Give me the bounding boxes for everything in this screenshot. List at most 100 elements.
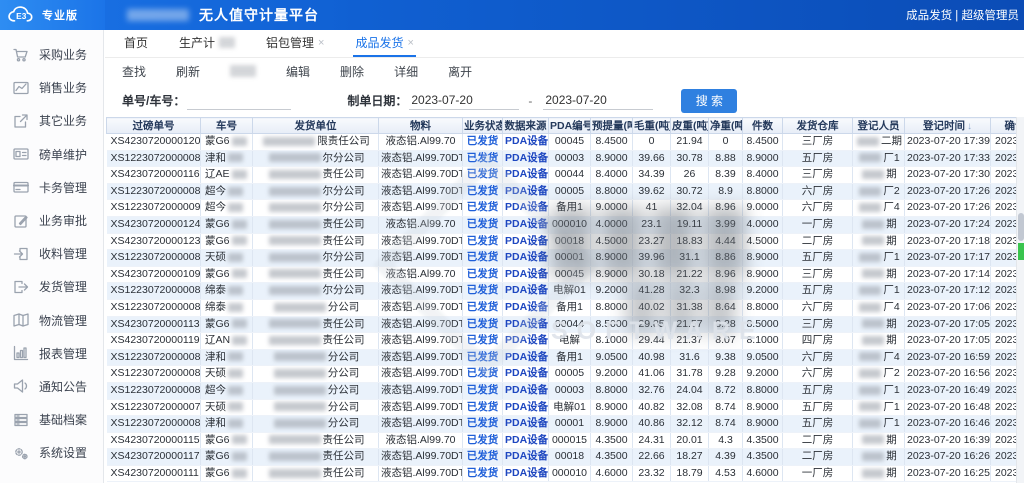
cloud-logo-icon: E3 <box>7 5 37 25</box>
map-icon <box>13 312 29 328</box>
col-header-confirm[interactable]: 确认时间 <box>991 118 1017 134</box>
cell-confirm: 2023-07 <box>991 299 1017 316</box>
user-session-info[interactable]: 成品发货 | 超级管理员 <box>906 7 1024 23</box>
table-row[interactable]: XS4230720000119辽AN责任公司液态铝.Al99.70DT已发货PD… <box>107 333 1017 350</box>
cell-pieces: 8.9000 <box>743 399 783 416</box>
cell-confirm: 2023-07 <box>991 366 1017 383</box>
cell-material: 液态铝.Al99.70DT <box>379 333 463 350</box>
col-header-material[interactable]: 物料 <box>379 118 463 134</box>
sidebar-item-approve[interactable]: 业务审批 <box>0 204 103 237</box>
cell-truck: 天硕 <box>201 250 253 267</box>
table-row[interactable]: XS4230720000123蒙G6责任公司液态铝.Al99.70DT已发货PD… <box>107 233 1017 250</box>
scrollbar-thumb[interactable] <box>1018 213 1024 241</box>
bill-truck-input[interactable] <box>187 91 291 110</box>
cell-net: 8.72 <box>709 382 743 399</box>
table-row[interactable]: XS4230720000124蒙G6责任公司液态铝.Al99.70已发货PDA设… <box>107 216 1017 233</box>
sidebar-item-weighbill[interactable]: 磅单维护 <box>0 138 103 171</box>
cell-truck: 超今 <box>201 183 253 200</box>
tab-home[interactable]: 首页 <box>122 30 150 57</box>
table-row[interactable]: XS12230720000089津和尔分公司液态铝.Al99.70DT已发货PD… <box>107 150 1017 167</box>
table-row[interactable]: XS12230720000088超今尔分公司液态铝.Al99.70DT已发货PD… <box>107 183 1017 200</box>
col-header-tare[interactable]: 皮重(吨) <box>671 118 709 134</box>
col-header-pre[interactable]: 预提量(吨) <box>591 118 633 134</box>
redacted-text <box>228 203 243 212</box>
table-row[interactable]: XS4230720000109蒙G6责任公司液态铝.Al99.70已发货PDA设… <box>107 266 1017 283</box>
sidebar-item-logistics[interactable]: 物流管理 <box>0 304 103 337</box>
cell-truck: 天硕 <box>201 399 253 416</box>
table-row[interactable]: XS12230720000083天硕分公司液态铝.Al99.70DT已发货PDA… <box>107 366 1017 383</box>
col-header-no[interactable]: 过磅单号 <box>107 118 201 134</box>
col-header-unit[interactable]: 发货单位 <box>253 118 379 134</box>
table-row[interactable]: XS12230720000090超今尔分公司液态铝.Al99.70DT已发货PD… <box>107 200 1017 217</box>
tab-close-icon[interactable]: × <box>318 37 324 49</box>
delete-button[interactable]: 删除 <box>340 63 364 80</box>
table-row[interactable]: XS12230720000086绵泰尔分公司液态铝.Al99.70DT已发货PD… <box>107 283 1017 300</box>
col-header-wh[interactable]: 发货仓库 <box>783 118 853 134</box>
sidebar-item-settings[interactable]: 系统设置 <box>0 436 103 469</box>
toolbar-button-redacted[interactable] <box>230 65 256 77</box>
cell-source: PDA设备 <box>503 465 549 482</box>
redacted-text <box>859 369 881 378</box>
date-to-input[interactable] <box>543 91 653 110</box>
table-row[interactable]: XS12230720000085超今分公司液态铝.Al99.70DT已发货PDA… <box>107 382 1017 399</box>
find-button[interactable]: 查找 <box>122 63 146 80</box>
cell-pda: 00001 <box>549 416 591 433</box>
col-header-time[interactable]: 登记时间↓ <box>905 118 991 134</box>
redacted-text <box>269 269 321 278</box>
table-row[interactable]: XS12230720000084津和分公司液态铝.Al99.70DT已发货PDA… <box>107 416 1017 433</box>
sidebar-item-notice[interactable]: 通知公告 <box>0 370 103 403</box>
col-header-pda[interactable]: PDA编号 <box>549 118 591 134</box>
cell-truck: 绵泰 <box>201 299 253 316</box>
cell-source: PDA设备 <box>503 134 549 151</box>
table-row[interactable]: XS4230720000115蒙G6责任公司液态铝.Al99.70已发货PDA设… <box>107 432 1017 449</box>
table-row[interactable]: XS4230720000117蒙G6责任公司液态铝.Al99.70DT已发货PD… <box>107 449 1017 466</box>
table-row[interactable]: XS4230720000113蒙G6责任公司液态铝.Al99.70DT已发货PD… <box>107 316 1017 333</box>
table-row[interactable]: XS4230720000120蒙G6限责任公司液态铝.Al99.70已发货PDA… <box>107 134 1017 151</box>
search-button[interactable]: 搜 索 <box>681 89 737 113</box>
table-row[interactable]: XS12230720000079天硕分公司液态铝.Al99.70DT已发货PDA… <box>107 399 1017 416</box>
col-header-truck[interactable]: 车号 <box>201 118 253 134</box>
sidebar-item-purchase[interactable]: 采购业务 <box>0 38 103 71</box>
refresh-button[interactable]: 刷新 <box>176 63 200 80</box>
cell-wh: 三厂房 <box>783 134 853 151</box>
cell-unit: 分公司 <box>253 416 379 433</box>
company-name-redacted <box>127 9 189 21</box>
table-row[interactable]: XS4230720000116辽AE责任公司液态铝.Al99.70DT已发货PD… <box>107 167 1017 184</box>
cell-unit: 责任公司 <box>253 216 379 233</box>
date-from-input[interactable] <box>409 91 519 110</box>
tab-production-plan[interactable]: 生产计 <box>177 30 237 57</box>
cell-net: 8.28 <box>709 316 743 333</box>
edit-button[interactable]: 编辑 <box>286 63 310 80</box>
detail-button[interactable]: 详细 <box>394 63 418 80</box>
leave-button[interactable]: 离开 <box>448 63 472 80</box>
cell-net: 8.74 <box>709 399 743 416</box>
vertical-scrollbar[interactable] <box>1016 117 1024 483</box>
table-row[interactable]: XS12230720000082绵泰分公司液态铝.Al99.70DT已发货PDA… <box>107 299 1017 316</box>
cell-truck: 超今 <box>201 382 253 399</box>
sidebar-item-other[interactable]: 其它业务 <box>0 104 103 137</box>
sidebar-item-card[interactable]: 卡务管理 <box>0 171 103 204</box>
table-row[interactable]: XS12230720000087津和分公司液态铝.Al99.70DT已发货PDA… <box>107 349 1017 366</box>
cell-reg: 厂4 <box>853 299 905 316</box>
sidebar-item-reports[interactable]: 报表管理 <box>0 337 103 370</box>
share-icon <box>13 113 29 129</box>
tab-close-icon[interactable]: × <box>408 37 414 49</box>
sidebar-item-archive[interactable]: 基础档案 <box>0 403 103 436</box>
col-header-pieces[interactable]: 件数 <box>743 118 783 134</box>
col-header-gross[interactable]: 毛重(吨) <box>633 118 671 134</box>
cell-gross: 0 <box>633 134 671 151</box>
sidebar-item-sales[interactable]: 销售业务 <box>0 71 103 104</box>
table-row[interactable]: XS4230720000111蒙G6责任公司液态铝.Al99.70DT已发货PD… <box>107 465 1017 482</box>
col-header-net[interactable]: 净重(吨) <box>709 118 743 134</box>
tab-finished-goods-shipping[interactable]: 成品发货 × <box>353 30 415 57</box>
sidebar-item-receive[interactable]: 收料管理 <box>0 237 103 270</box>
table-row[interactable]: XS12230720000080天硕尔分公司液态铝.Al99.70DT已发货PD… <box>107 250 1017 267</box>
col-header-reg[interactable]: 登记人员 <box>853 118 905 134</box>
sidebar-item-ship[interactable]: 发货管理 <box>0 270 103 303</box>
col-header-status[interactable]: 业务状态 <box>463 118 503 134</box>
cell-net: 0 <box>709 134 743 151</box>
cell-pre: 8.4500 <box>591 134 633 151</box>
cell-unit: 责任公司 <box>253 449 379 466</box>
tab-ladle-management[interactable]: 铝包管理 × <box>264 30 326 57</box>
col-header-source[interactable]: 数据来源 <box>503 118 549 134</box>
